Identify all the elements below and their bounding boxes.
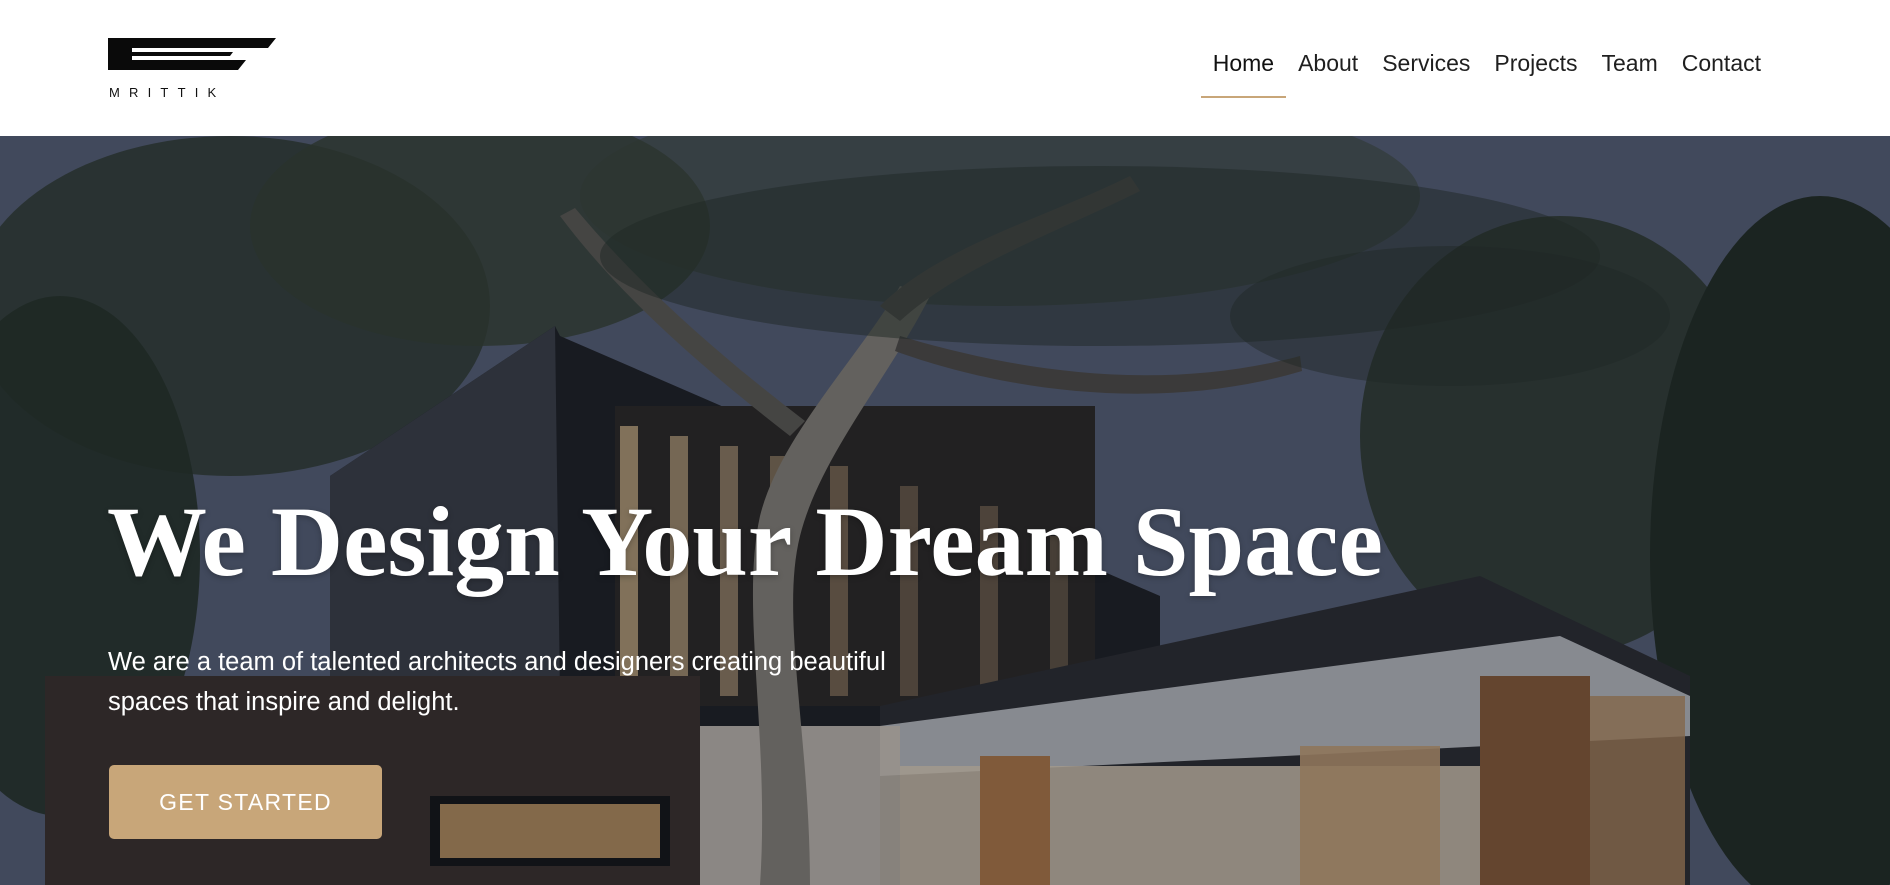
nav-projects[interactable]: Projects <box>1482 46 1589 98</box>
mrittik-logo-mark-icon <box>108 38 276 70</box>
nav-team[interactable]: Team <box>1589 46 1669 98</box>
nav-services[interactable]: Services <box>1370 46 1482 98</box>
nav-home[interactable]: Home <box>1200 46 1287 98</box>
main-nav: Home About Services Projects Team Contac… <box>1200 46 1773 98</box>
hero-subtitle: We are a team of talented architects and… <box>108 648 886 716</box>
nav-contact[interactable]: Contact <box>1670 46 1773 98</box>
logo-wordmark: MRITTIK <box>109 85 226 100</box>
hero-title: We Design Your Dream Space <box>107 486 1383 597</box>
logo[interactable]: MRITTIK <box>108 38 278 102</box>
nav-about[interactable]: About <box>1286 46 1370 98</box>
hero-section: We Design Your Dream Space We are a team… <box>0 136 1890 885</box>
site-header: MRITTIK Home About Services Projects Tea… <box>0 0 1890 136</box>
get-started-button[interactable]: GET STARTED <box>109 765 382 839</box>
